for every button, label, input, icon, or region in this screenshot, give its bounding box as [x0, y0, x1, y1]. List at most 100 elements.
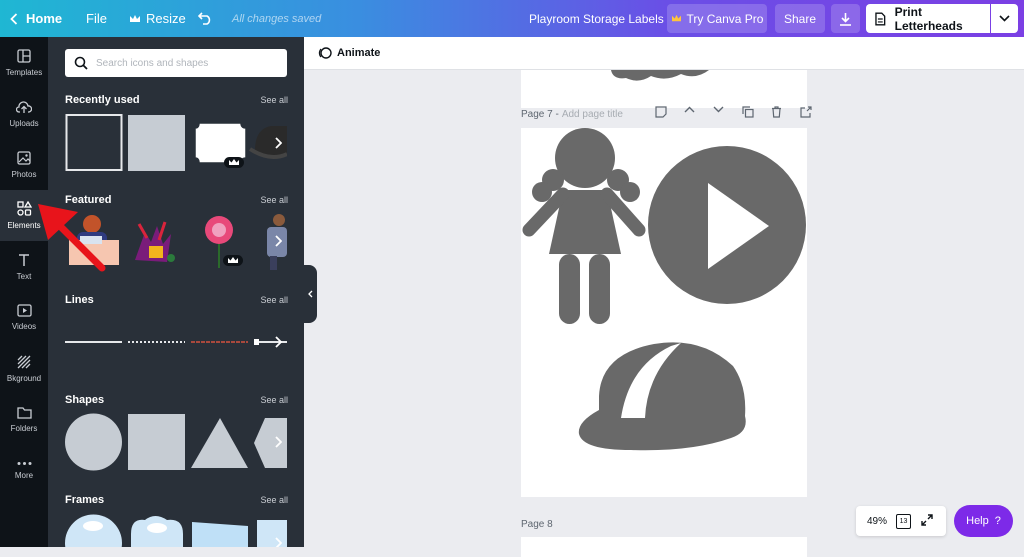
chevron-right-icon — [274, 537, 282, 547]
shape-triangle — [191, 418, 248, 468]
see-all-lines-link[interactable]: See all — [260, 295, 288, 305]
recent-item-square-filled — [128, 115, 185, 171]
search-input[interactable] — [96, 57, 276, 69]
crown-icon — [671, 14, 681, 22]
shape-circle — [65, 413, 122, 471]
zoom-level[interactable]: 49% — [867, 516, 887, 527]
page-6-canvas[interactable] — [521, 70, 807, 108]
design-title[interactable]: Playroom Storage Labels — [529, 0, 664, 37]
rail-label: Folders — [10, 424, 38, 433]
animate-button[interactable]: Animate — [337, 47, 380, 59]
page-7-graphics — [522, 128, 806, 451]
see-all-frames-link[interactable]: See all — [260, 495, 288, 505]
section-title-featured: Featured — [65, 194, 112, 206]
rail-item-photos[interactable]: Photos — [0, 139, 48, 190]
rail-item-templates[interactable]: Templates — [0, 37, 48, 88]
more-dots-icon — [17, 462, 31, 465]
rail-item-more[interactable]: More — [0, 445, 48, 496]
featured-next-arrow[interactable] — [269, 212, 287, 270]
copy-icon — [741, 106, 754, 118]
featured-item-person-laptop — [69, 215, 119, 265]
section-title-lines: Lines — [65, 294, 94, 306]
page-8-canvas[interactable] — [521, 537, 807, 557]
see-all-recent-link[interactable]: See all — [260, 95, 288, 105]
rail-item-uploads[interactable]: Uploads — [0, 88, 48, 139]
recent-next-arrow[interactable] — [269, 114, 287, 172]
question-mark: ? — [994, 515, 1001, 527]
download-icon — [840, 12, 851, 26]
home-label: Home — [26, 11, 63, 26]
move-page-up-button[interactable] — [675, 106, 704, 122]
help-label: Help — [966, 515, 989, 527]
page-notes-button[interactable] — [646, 106, 675, 122]
see-all-featured-link[interactable]: See all — [260, 195, 288, 205]
canvas-workspace: Animate Page 7 - Add page title Page 8 — [304, 37, 1024, 557]
trash-icon — [772, 106, 781, 118]
page-grid-button[interactable]: 13 — [896, 513, 912, 529]
play-button-graphic — [648, 146, 806, 304]
recent-thumbnails-art — [65, 114, 288, 171]
chevron-right-icon — [274, 336, 282, 348]
upload-cloud-icon — [16, 100, 32, 113]
add-page-icon — [799, 106, 812, 118]
page-tools — [646, 106, 820, 122]
recent-item-square-outline — [65, 114, 123, 171]
rail-label: Bkground — [6, 373, 42, 383]
help-button[interactable]: Help ? — [954, 505, 1013, 537]
page-7-label: Page 7 - — [521, 109, 559, 120]
animate-toolbar: Animate — [304, 37, 1024, 70]
hard-hat-graphic — [578, 342, 746, 451]
note-icon — [654, 106, 667, 118]
featured-thumbnails-art — [69, 214, 287, 270]
see-all-shapes-link[interactable]: See all — [260, 395, 288, 405]
print-letterheads-button[interactable]: Print Letterheads — [866, 4, 990, 33]
file-menu-button[interactable]: File — [86, 0, 107, 37]
print-options-dropdown[interactable] — [991, 4, 1018, 33]
rail-item-background[interactable]: Bkground — [0, 343, 48, 394]
page-7-canvas[interactable] — [521, 128, 807, 497]
rail-item-text[interactable]: Text — [0, 241, 48, 292]
recent-thumbnails — [65, 114, 288, 172]
chevron-down-icon — [999, 15, 1010, 22]
add-page-button[interactable] — [791, 106, 820, 122]
shapes-next-arrow[interactable] — [269, 413, 287, 471]
print-label: Print Letterheads — [894, 4, 963, 33]
section-title-shapes: Shapes — [65, 394, 105, 406]
share-button[interactable]: Share — [775, 4, 825, 33]
home-button[interactable]: Home — [10, 0, 62, 37]
rail-label: Uploads — [9, 118, 39, 128]
shapes-thumbnails-art — [65, 413, 287, 471]
chevron-right-icon — [274, 235, 282, 247]
image-icon — [17, 150, 31, 165]
fullscreen-button[interactable] — [921, 513, 933, 529]
search-box[interactable] — [65, 49, 287, 77]
undo-icon — [198, 12, 211, 25]
undo-button[interactable] — [198, 0, 213, 37]
featured-thumbnails — [65, 212, 287, 270]
move-page-down-button[interactable] — [704, 106, 733, 122]
page-title-input[interactable]: Add page title — [562, 109, 623, 120]
lines-next-arrow[interactable] — [269, 313, 287, 371]
rail-item-videos[interactable]: Videos — [0, 292, 48, 343]
rail-item-elements[interactable]: Elements — [0, 190, 48, 241]
try-canva-pro-button[interactable]: Try Canva Pro — [667, 4, 767, 33]
download-button[interactable] — [831, 4, 860, 33]
page-6-graphic — [611, 70, 709, 81]
girl-figure-graphic — [522, 128, 646, 324]
frames-next-arrow[interactable] — [269, 514, 287, 547]
animate-icon — [318, 47, 332, 59]
rail-label: More — [14, 471, 34, 480]
rail-item-folders[interactable]: Folders — [0, 394, 48, 445]
resize-button[interactable]: Resize — [129, 0, 186, 37]
duplicate-page-button[interactable] — [733, 106, 762, 122]
rail-label: Elements — [7, 221, 41, 230]
try-pro-label: Try Canva Pro — [686, 11, 764, 26]
delete-page-button[interactable] — [762, 106, 791, 122]
templates-icon — [17, 48, 31, 63]
frames-thumbnails — [65, 514, 287, 547]
section-title-recent: Recently used — [65, 94, 140, 106]
cloud-shape-bottom — [611, 70, 709, 81]
line-arrow-start — [254, 339, 259, 345]
folder-icon — [16, 407, 32, 419]
zoom-controls: 49% 13 — [856, 506, 946, 536]
